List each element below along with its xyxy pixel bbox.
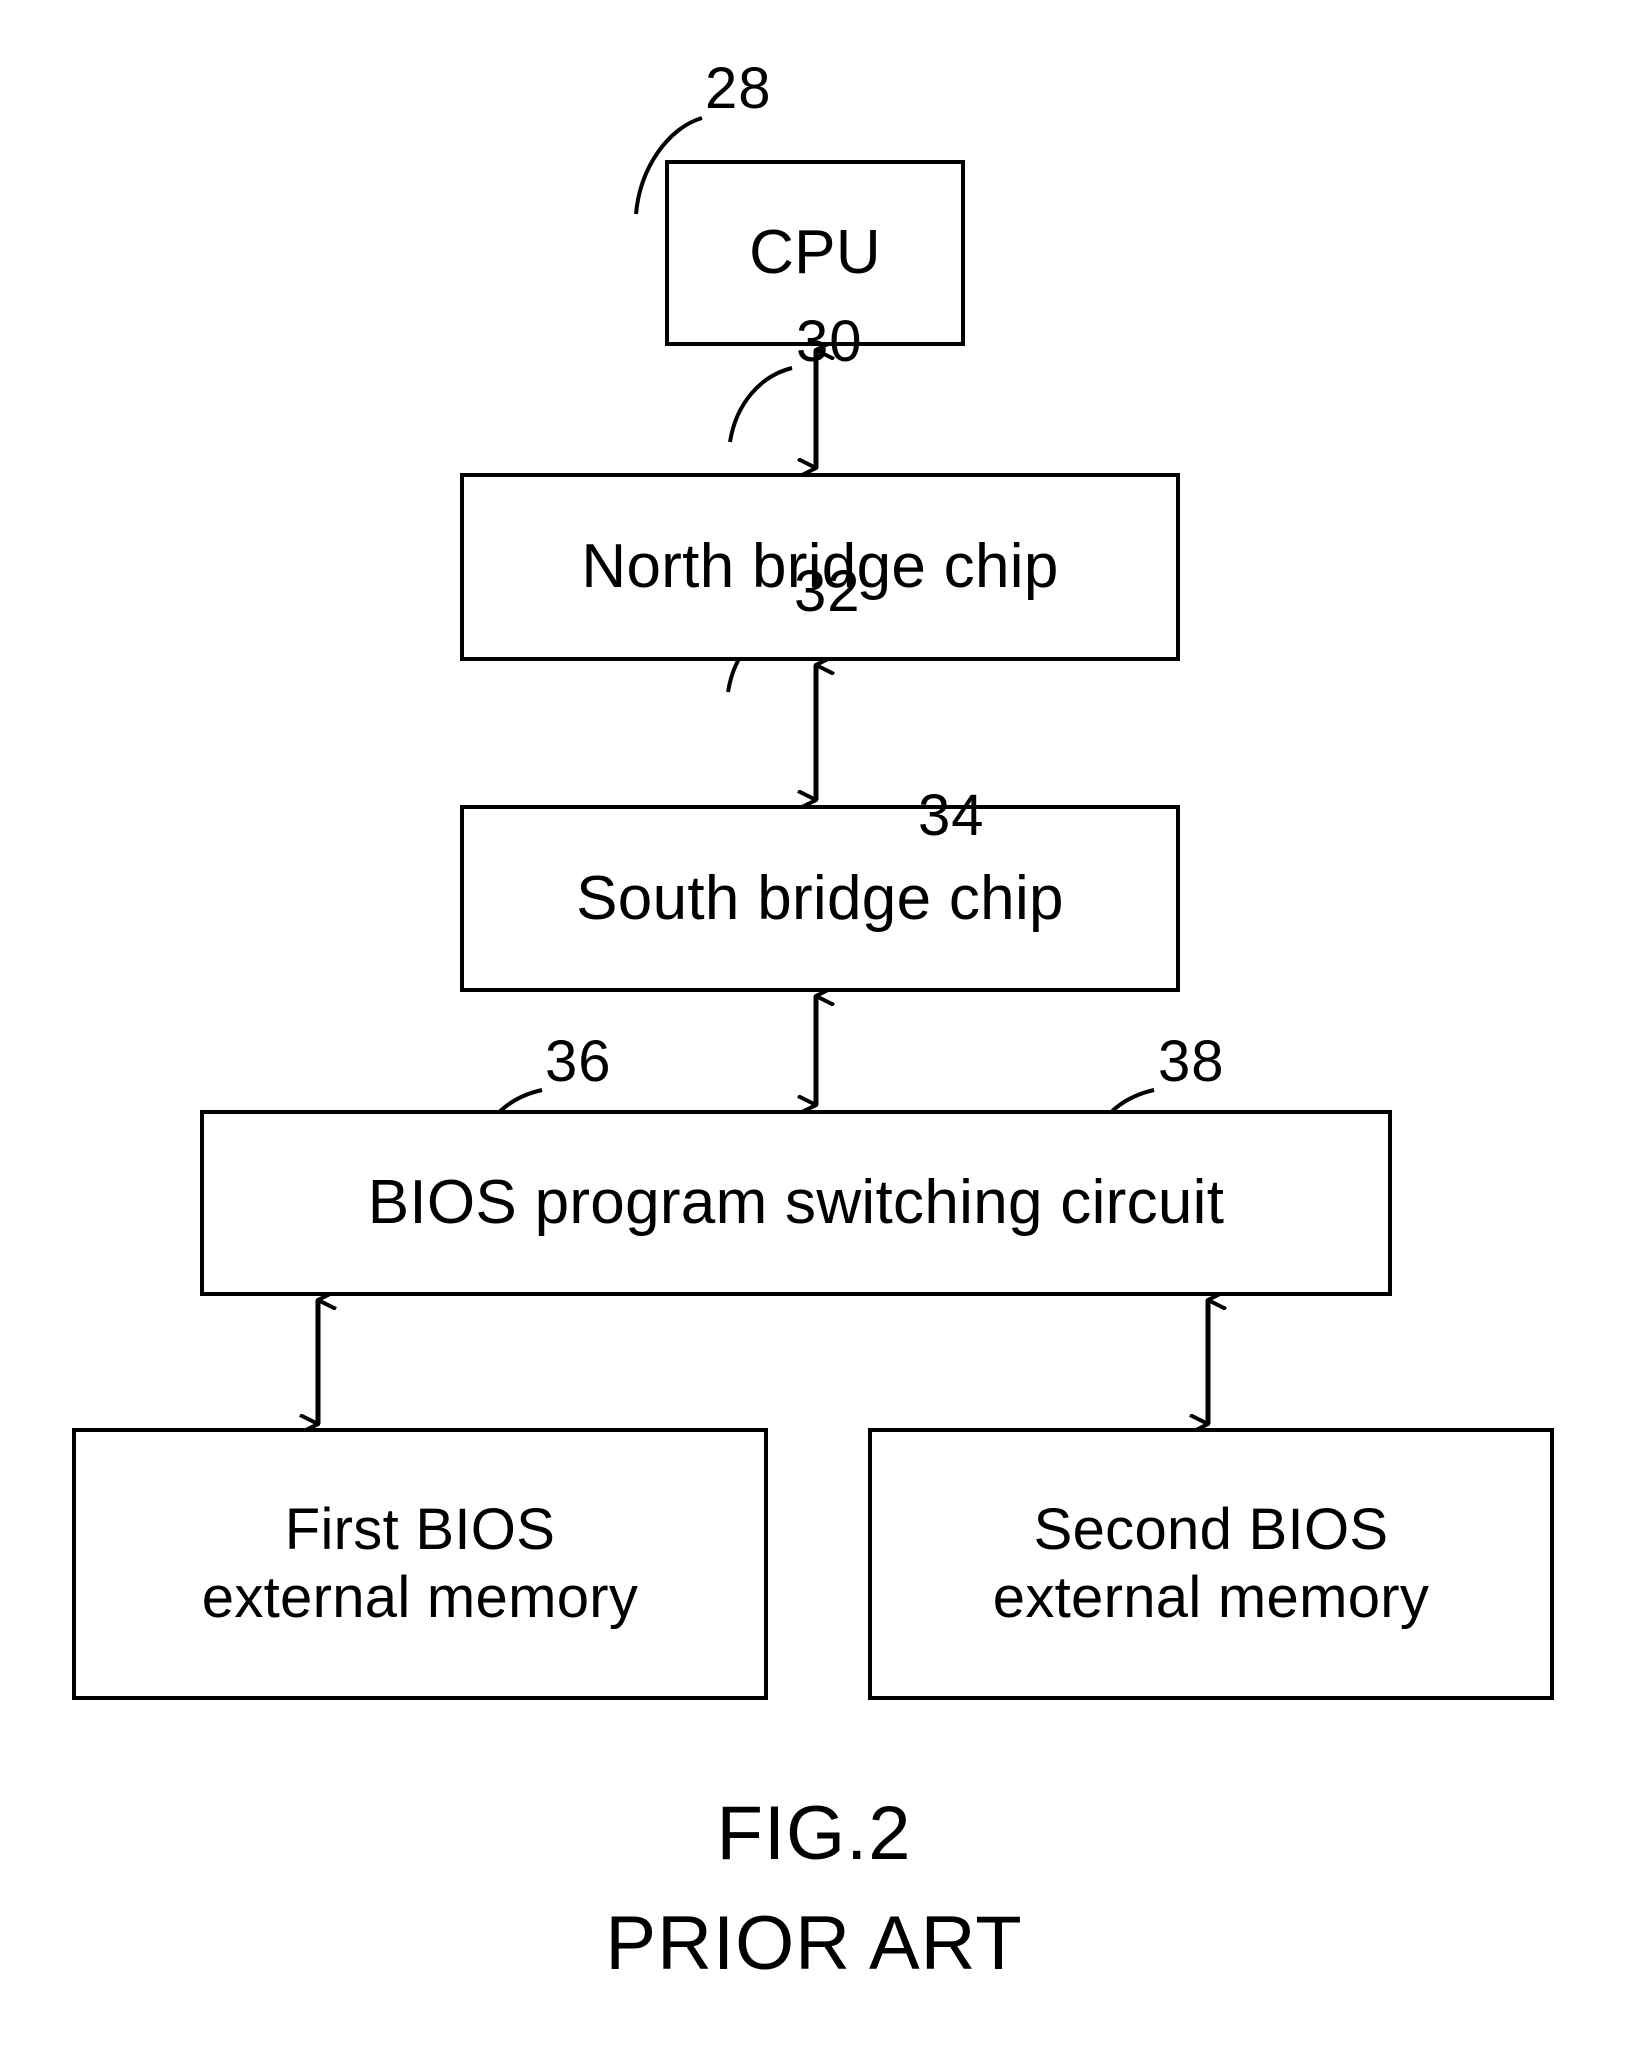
reference-numeral-second-bios-external-memory: 38 <box>1158 1029 1225 1094</box>
reference-numeral-north-bridge-chip: 30 <box>796 309 863 374</box>
figure-caption-prior-art: PRIOR ART <box>605 1901 1023 1986</box>
block-first-bios-external-memory-label: First BIOS external memory <box>201 1496 639 1630</box>
block-bios-program-switching-circuit: BIOS program switching circuit <box>200 1110 1392 1296</box>
block-south-bridge-chip-label: South bridge chip <box>576 863 1064 933</box>
block-second-bios-external-memory: Second BIOS external memory <box>868 1428 1554 1700</box>
figure-caption: FIG.2 <box>716 1791 912 1876</box>
block-second-bios-external-memory-label: Second BIOS external memory <box>992 1496 1430 1630</box>
block-south-bridge-chip: South bridge chip <box>460 805 1180 992</box>
block-bios-program-switching-circuit-label: BIOS program switching circuit <box>367 1168 1225 1238</box>
patent-figure: CPU North bridge chip South bridge chip … <box>0 0 1628 2046</box>
reference-numeral-cpu: 28 <box>705 56 772 121</box>
reference-numeral-bios-program-switching-circuit: 34 <box>918 783 985 848</box>
reference-numeral-first-bios-external-memory: 36 <box>545 1029 612 1094</box>
block-cpu-label: CPU <box>749 218 881 288</box>
reference-numeral-south-bridge-chip: 32 <box>794 559 861 624</box>
block-first-bios-external-memory: First BIOS external memory <box>72 1428 768 1700</box>
leader-line-30 <box>728 366 793 443</box>
